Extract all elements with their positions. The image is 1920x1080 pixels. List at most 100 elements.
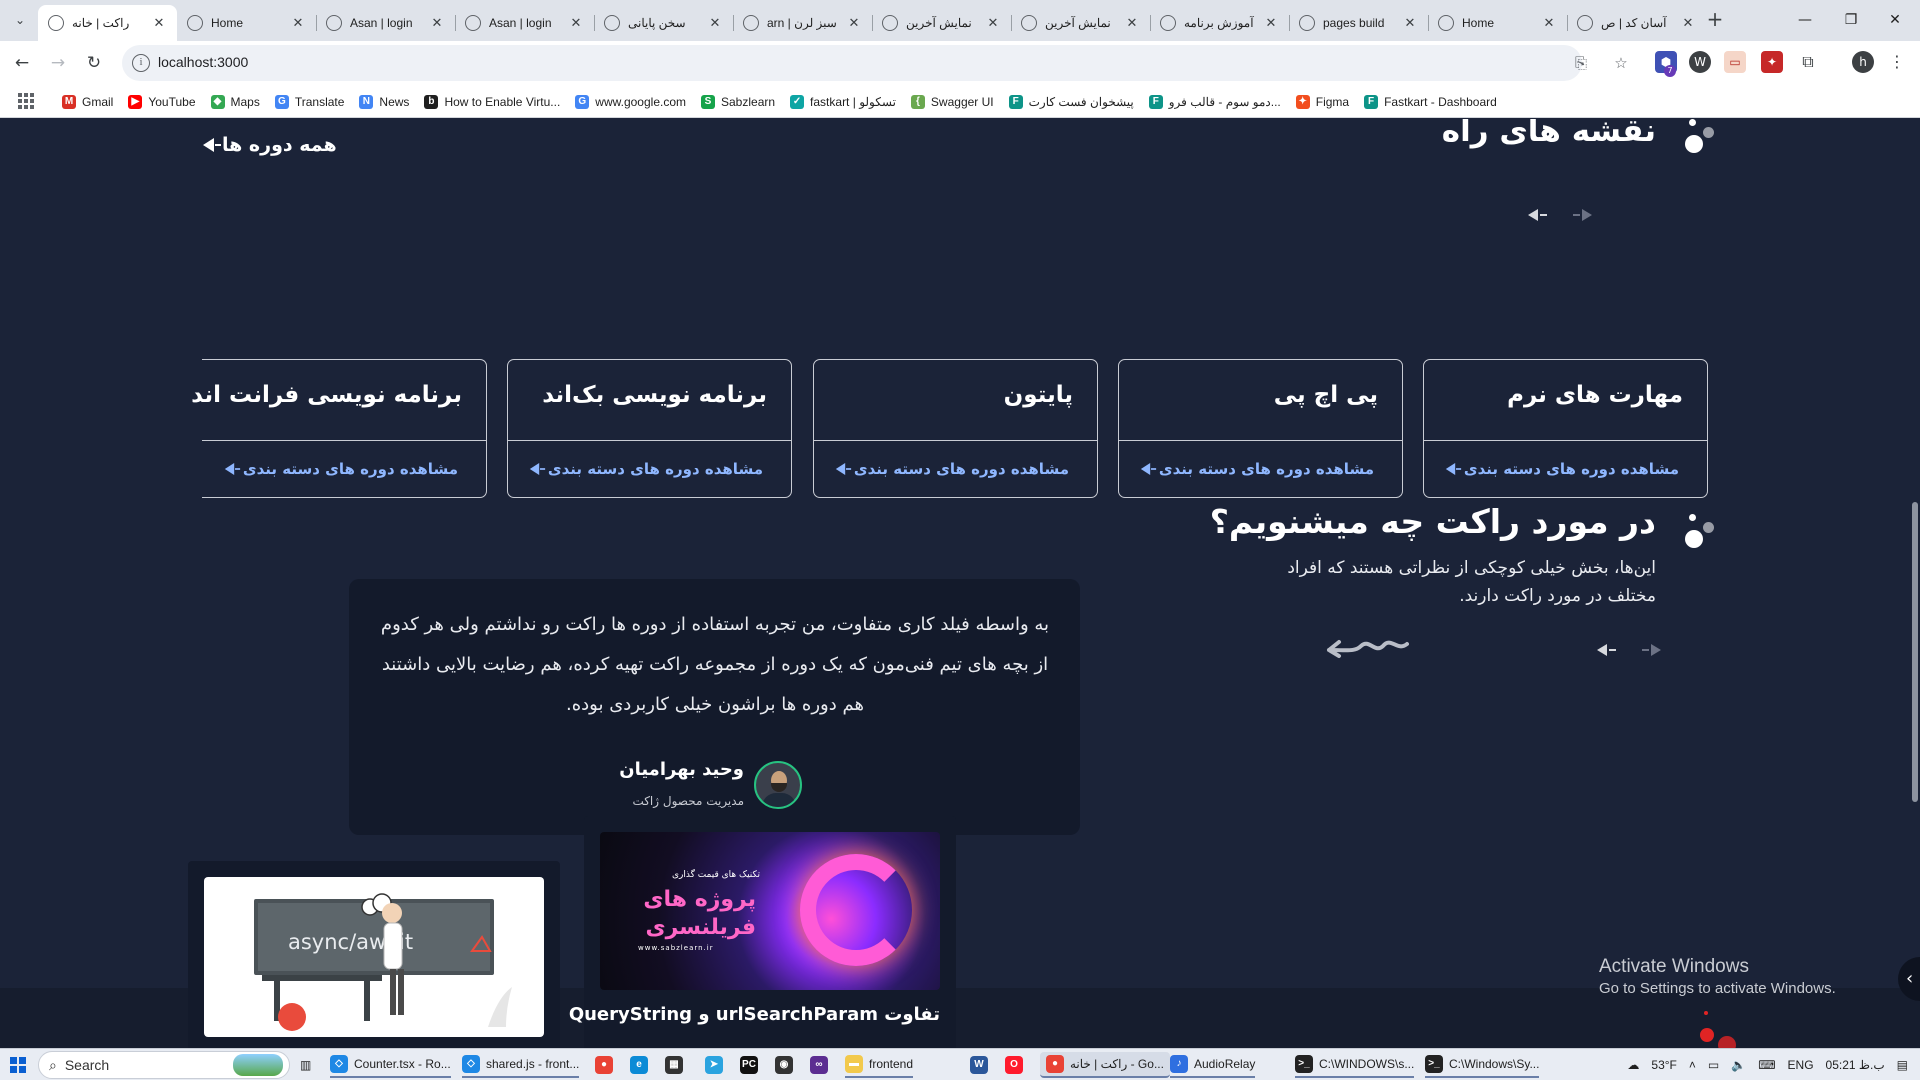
tab-close-icon[interactable]: ✕ — [151, 15, 167, 31]
slider-prev-arrow-icon[interactable] — [1597, 643, 1621, 657]
weather-temp[interactable]: 53°F — [1651, 1058, 1676, 1072]
taskbar-app[interactable]: ▦ — [665, 1052, 683, 1078]
taskbar-app-label[interactable]: راکت | خانه - Go... — [1070, 1057, 1164, 1071]
bookmark-label[interactable]: Swagger UI — [931, 95, 994, 109]
bookmark-label[interactable]: دمو سوم - قالب فرو... — [1169, 95, 1281, 109]
network-icon[interactable]: ▭ — [1708, 1058, 1719, 1072]
bookmark-label[interactable]: YouTube — [148, 95, 195, 109]
address-url[interactable]: localhost:3000 — [158, 54, 248, 70]
bookmark-item[interactable]: N News — [359, 94, 409, 109]
bookmark-label[interactable]: Translate — [295, 95, 345, 109]
taskbar-app[interactable]: >_ C:\WINDOWS\s... — [1295, 1052, 1415, 1078]
browser-tab[interactable]: سخن پایانی ✕ — [594, 5, 733, 41]
browser-tab[interactable]: سبز لرن | arn ✕ — [733, 5, 872, 41]
taskbar-search[interactable]: ⌕ Search — [38, 1051, 290, 1079]
reload-button[interactable]: ↻ — [82, 51, 106, 75]
site-info-icon[interactable]: i — [132, 54, 150, 72]
browser-tab[interactable]: Asan | login ✕ — [316, 5, 455, 41]
taskbar-app[interactable]: ● راکت | خانه - Go... — [1040, 1052, 1170, 1078]
all-courses-link[interactable]: همه دوره ها — [203, 134, 337, 156]
taskbar-app[interactable]: ◉ — [775, 1052, 793, 1078]
roadmap-card[interactable]: پی اچ پی مشاهده دوره های دسته بندی — [1118, 359, 1403, 498]
bookmark-label[interactable]: fastkart | تسکولو — [810, 95, 896, 109]
taskbar-app[interactable]: ● — [595, 1052, 613, 1078]
taskbar-app-label[interactable]: shared.js - front... — [486, 1057, 579, 1071]
forward-button[interactable]: → — [46, 51, 70, 75]
bookmark-item[interactable]: b How to Enable Virtu... — [424, 94, 560, 109]
page-scrollbar[interactable] — [1912, 502, 1918, 802]
taskbar-app[interactable]: ◇ Counter.tsx - Ro... — [330, 1052, 451, 1078]
translate-page-icon[interactable]: ⎘ — [1572, 54, 1590, 72]
bookmark-item[interactable]: F پیشخوان فست کارت — [1008, 94, 1134, 109]
taskbar-app[interactable]: W — [970, 1052, 988, 1078]
bookmark-label[interactable]: Figma — [1316, 95, 1349, 109]
roadmap-card[interactable]: پایتون مشاهده دوره های دسته بندی — [813, 359, 1098, 498]
bookmark-item[interactable]: Gwww.google.com — [575, 94, 686, 109]
tab-close-icon[interactable]: ✕ — [568, 15, 584, 31]
slider-prev-arrow-icon[interactable] — [1528, 208, 1552, 222]
tab-close-icon[interactable]: ✕ — [846, 15, 862, 31]
roadmap-card[interactable]: مهارت های نرم مشاهده دوره های دسته بندی — [1423, 359, 1708, 498]
extensions-puzzle-icon[interactable]: ⧉ — [1797, 51, 1819, 73]
taskbar-app[interactable]: PC — [740, 1052, 758, 1078]
roadmap-card-link-label[interactable]: مشاهده دوره های دسته بندی — [1159, 460, 1374, 478]
taskbar-app[interactable]: O — [1005, 1052, 1023, 1078]
bookmark-item[interactable]: ✦ Figma — [1295, 94, 1349, 109]
browser-tab[interactable]: آموزش برنامه ✕ — [1150, 5, 1289, 41]
slider-next-arrow-icon[interactable] — [1637, 643, 1661, 657]
article-card[interactable]: async/await — [188, 861, 560, 1048]
minimize-button[interactable]: — — [1782, 6, 1828, 34]
bookmark-item[interactable]: ▶ YouTube — [128, 94, 196, 109]
tab-close-icon[interactable]: ✕ — [429, 15, 445, 31]
bookmark-item[interactable]: {Swagger UI — [910, 94, 994, 109]
roadmap-card-link[interactable]: مشاهده دوره های دسته بندی — [529, 460, 763, 478]
taskbar-app-label[interactable]: C:\WINDOWS\s... — [1319, 1057, 1414, 1071]
wordpress-extension-icon[interactable]: W — [1689, 51, 1711, 73]
roadmap-card-link[interactable]: مشاهده دوره های دسته بندی — [224, 460, 458, 478]
taskbar-app[interactable]: ▬ frontend — [845, 1052, 914, 1078]
browser-tab[interactable]: نمایش آخرین ✕ — [1011, 5, 1150, 41]
taskbar-app[interactable]: e — [630, 1052, 648, 1078]
language-indicator[interactable]: ENG — [1788, 1058, 1814, 1072]
task-view-icon[interactable]: ▥ — [300, 1052, 311, 1078]
bookmark-label[interactable]: www.google.com — [595, 95, 686, 109]
calendar-extension-icon[interactable]: ▭ — [1724, 51, 1746, 73]
roadmap-card[interactable]: برنامه نویسی بک‌اند مشاهده دوره های دسته… — [507, 359, 792, 498]
bookmark-label[interactable]: پیشخوان فست کارت — [1029, 95, 1134, 109]
bookmark-label[interactable]: How to Enable Virtu... — [444, 95, 560, 109]
taskbar-app-label[interactable]: AudioRelay — [1194, 1057, 1255, 1071]
tray-chevron-icon[interactable]: ˄ — [1689, 1058, 1696, 1072]
browser-tab[interactable]: Home ✕ — [177, 5, 316, 41]
tab-title[interactable]: pages build — [1323, 16, 1402, 30]
tab-title[interactable]: سخن پایانی — [628, 16, 707, 30]
taskbar-search-label[interactable]: Search — [65, 1057, 109, 1073]
taskbar-app-label[interactable]: frontend — [869, 1057, 913, 1071]
bookmark-item[interactable]: ✓ fastkart | تسکولو — [790, 94, 896, 109]
tab-title[interactable]: سبز لرن | arn — [767, 16, 846, 30]
tab-close-icon[interactable]: ✕ — [985, 15, 1001, 31]
tab-close-icon[interactable]: ✕ — [290, 15, 306, 31]
taskbar-app[interactable]: ∞ — [810, 1052, 828, 1078]
roadmap-card-link[interactable]: مشاهده دوره های دسته بندی — [1445, 460, 1679, 478]
bookmark-item[interactable]: ◆ Maps — [210, 94, 260, 109]
taskbar-app[interactable]: ➤ — [705, 1052, 723, 1078]
tab-close-icon[interactable]: ✕ — [1263, 15, 1279, 31]
article-thumbnail[interactable]: async/await — [204, 877, 544, 1037]
all-courses-label[interactable]: همه دوره ها — [222, 134, 337, 156]
bookmark-label[interactable]: Gmail — [82, 95, 113, 109]
tab-title[interactable]: Home — [1462, 16, 1541, 30]
tab-close-icon[interactable]: ✕ — [1402, 15, 1418, 31]
bookmark-label[interactable]: News — [379, 95, 409, 109]
roadmap-card-link[interactable]: مشاهده دوره های دسته بندی — [1140, 460, 1374, 478]
tab-close-icon[interactable]: ✕ — [1680, 15, 1696, 31]
tab-title[interactable]: راکت | خانه — [72, 16, 151, 30]
browser-tab[interactable]: راکت | خانه ✕ — [38, 5, 177, 41]
tab-title[interactable]: Home — [211, 16, 290, 30]
roadmap-card-link-label[interactable]: مشاهده دوره های دسته بندی — [1464, 460, 1679, 478]
notifications-icon[interactable]: ▤ — [1897, 1058, 1908, 1072]
roadmap-card-link-label[interactable]: مشاهده دوره های دسته بندی — [243, 460, 458, 478]
bookmark-item[interactable]: F Fastkart - Dashboard — [1364, 94, 1497, 109]
article-card[interactable]: تکنیک های قیمت گذاری پروژه های فریلنسری … — [569, 816, 956, 1048]
tab-title[interactable]: آموزش برنامه — [1184, 16, 1263, 30]
apps-grid-icon[interactable] — [18, 93, 34, 109]
